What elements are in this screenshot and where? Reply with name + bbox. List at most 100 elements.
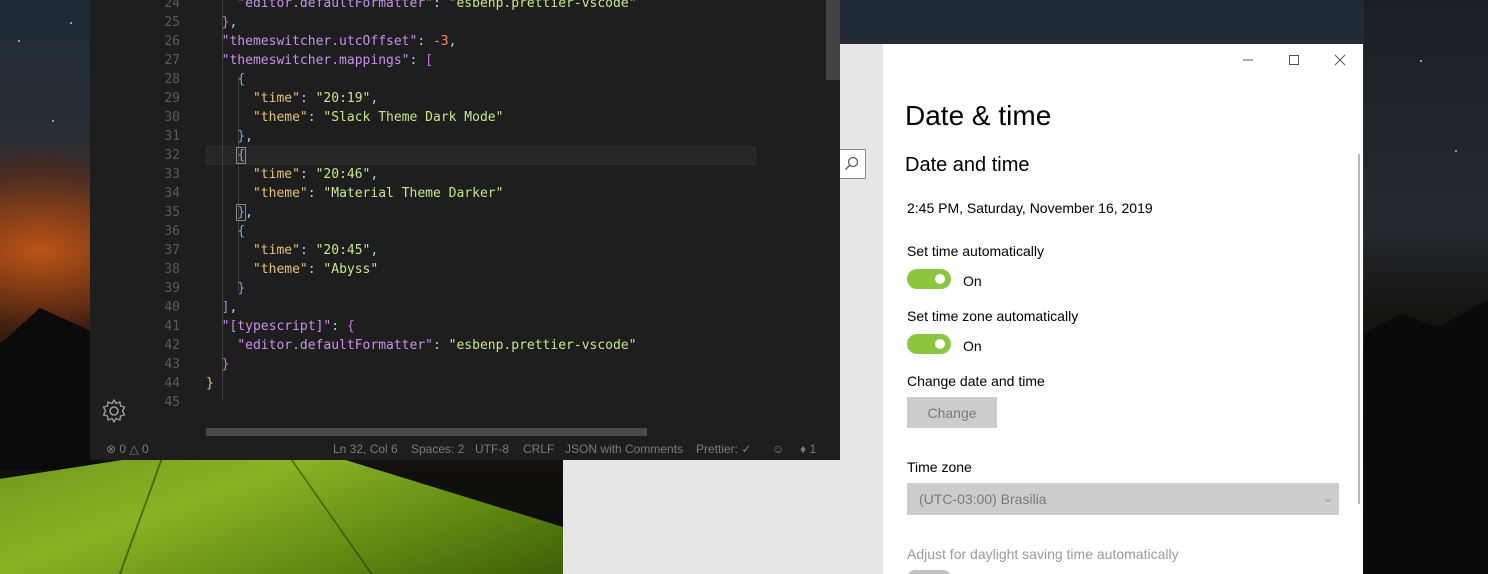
maximize-icon <box>1289 55 1299 65</box>
code-line: 43 } <box>90 355 840 374</box>
code-text: "theme": "Abyss" <box>252 262 379 277</box>
code-text: "time": "20:45", <box>252 243 379 258</box>
code-text: } <box>206 376 214 391</box>
json-key: "theme" <box>252 262 308 277</box>
code-text: }, <box>236 204 253 221</box>
line-number: 42 <box>164 338 180 353</box>
settings-search-box[interactable] <box>840 149 866 179</box>
json-key: "themeswitcher.mappings" <box>221 53 410 68</box>
set-time-auto-toggle[interactable] <box>907 269 951 289</box>
code-text: { <box>237 224 246 239</box>
line-number: 24 <box>164 0 180 11</box>
dst-label: Adjust for daylight saving time automati… <box>907 546 1179 562</box>
encoding[interactable]: UTF-8 <box>475 442 509 456</box>
code-line: 33 "time": "20:46", <box>90 165 840 184</box>
line-number: 25 <box>164 15 180 30</box>
set-time-auto-label: Set time automatically <box>907 243 1044 259</box>
code-text: }, <box>221 15 238 30</box>
wallpaper-star <box>1455 150 1457 152</box>
json-key: "theme" <box>252 110 308 125</box>
code-line: 32 { <box>90 146 840 165</box>
problems-indicator[interactable]: ⊗ 0 △ 0 <box>106 442 149 456</box>
code-line: 36 { <box>90 222 840 241</box>
wallpaper-trees <box>1364 300 1488 574</box>
page-title: Date & time <box>905 100 1052 131</box>
indentation[interactable]: Spaces: 2 <box>411 442 464 456</box>
code-editor[interactable]: 24 "editor.defaultFormatter": "esbenp.pr… <box>90 0 840 436</box>
section-title: Date and time <box>905 154 1030 176</box>
line-number: 30 <box>164 110 180 125</box>
json-string: "Abyss" <box>323 262 379 277</box>
settings-scrollbar[interactable] <box>1358 154 1360 504</box>
timezone-label: Time zone <box>907 459 972 475</box>
json-number: -3 <box>432 34 449 49</box>
code-line: 25 }, <box>90 13 840 32</box>
warning-count: 0 <box>142 442 149 456</box>
code-line: 26 "themeswitcher.utcOffset": -3, <box>90 32 840 51</box>
code-text: } <box>221 357 230 372</box>
maximize-button[interactable] <box>1279 50 1309 70</box>
cursor-position[interactable]: Ln 32, Col 6 <box>333 442 398 456</box>
code-line: 38 "theme": "Abyss" <box>90 260 840 279</box>
line-number: 33 <box>164 167 180 182</box>
close-button[interactable] <box>1325 50 1355 70</box>
status-bar: ⊗ 0 △ 0 Ln 32, Col 6 Spaces: 2 UTF-8 CRL… <box>90 436 840 460</box>
notifications[interactable]: ♦ 1 <box>800 442 816 456</box>
change-datetime-label: Change date and time <box>907 373 1045 389</box>
code-line: 27 "themeswitcher.mappings": [ <box>90 51 840 70</box>
json-key: "time" <box>252 243 300 258</box>
line-ending[interactable]: CRLF <box>523 442 554 456</box>
json-string: "Material Theme Darker" <box>323 186 504 201</box>
language-mode[interactable]: JSON with Comments <box>565 442 683 456</box>
line-number: 28 <box>164 72 180 87</box>
line-number: 43 <box>164 357 180 372</box>
code-text: "themeswitcher.utcOffset": -3, <box>221 34 457 49</box>
minimize-button[interactable] <box>1233 50 1263 70</box>
prettier-status[interactable]: Prettier: ✓ <box>696 442 751 456</box>
code-line: 24 "editor.defaultFormatter": "esbenp.pr… <box>90 0 840 13</box>
code-line: 35 }, <box>90 203 840 222</box>
code-text: "editor.defaultFormatter": "esbenp.prett… <box>237 338 637 353</box>
code-line: 34 "theme": "Material Theme Darker" <box>90 184 840 203</box>
set-timezone-auto-toggle[interactable] <box>907 334 951 354</box>
editor-horizontal-scrollbar[interactable] <box>206 428 647 436</box>
code-line: 44 } <box>90 374 840 393</box>
line-number: 37 <box>164 243 180 258</box>
line-number: 31 <box>164 129 180 144</box>
code-line: 41 "[typescript]": { <box>90 317 840 336</box>
code-text: { <box>237 72 246 87</box>
code-text: "time": "20:19", <box>252 91 379 106</box>
editor-vertical-scrollbar[interactable] <box>826 0 840 80</box>
timezone-select[interactable]: (UTC-03:00) Brasilia ⌄ <box>907 483 1339 515</box>
feedback-smiley-icon[interactable]: ☺ <box>772 442 784 456</box>
line-number: 39 <box>164 281 180 296</box>
json-string: "Slack Theme Dark Mode" <box>323 110 504 125</box>
json-key: "time" <box>252 167 300 182</box>
json-key: "[typescript]" <box>221 319 332 334</box>
line-number: 45 <box>164 395 180 410</box>
chevron-down-icon: ⌄ <box>1322 491 1333 505</box>
code-line: 31 }, <box>90 127 840 146</box>
code-line: 39 } <box>90 279 840 298</box>
change-button[interactable]: Change <box>907 397 997 428</box>
line-number: 35 <box>164 205 180 220</box>
set-time-auto-state: On <box>963 273 982 289</box>
code-text: ], <box>221 300 238 315</box>
code-text: } <box>237 281 246 296</box>
dst-toggle[interactable] <box>907 570 951 574</box>
json-key: "theme" <box>252 186 308 201</box>
error-icon: ⊗ <box>106 442 117 456</box>
code-text: "time": "20:46", <box>252 167 379 182</box>
notification-count: 1 <box>809 442 817 456</box>
settings-window: Date & time Date and time 2:45 PM, Satur… <box>883 44 1363 574</box>
code-text: { <box>236 147 247 164</box>
line-number: 36 <box>164 224 180 239</box>
settings-gear-button[interactable] <box>100 397 128 425</box>
json-key: "themeswitcher.utcOffset" <box>221 34 418 49</box>
bell-icon: ♦ <box>800 442 807 456</box>
line-number: 32 <box>164 148 180 163</box>
json-string: "esbenp.prettier-vscode" <box>448 0 637 11</box>
wallpaper-star <box>52 120 54 122</box>
set-timezone-auto-label: Set time zone automatically <box>907 308 1079 324</box>
code-text: "[typescript]": { <box>221 319 355 334</box>
